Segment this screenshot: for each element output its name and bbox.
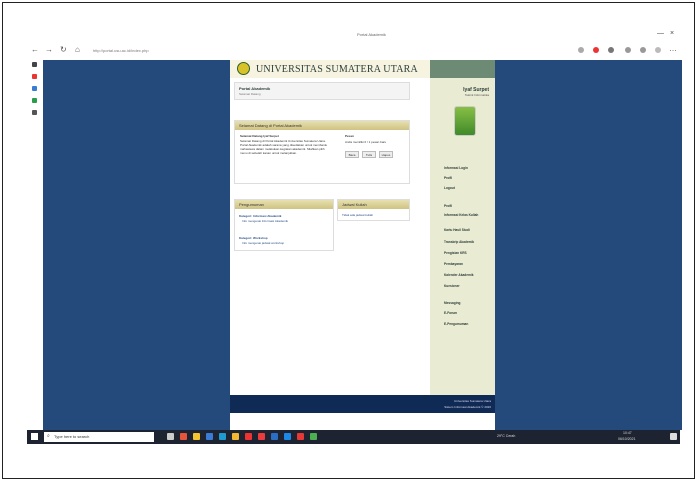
- browser-tab[interactable]: Portal Akademik: [357, 32, 386, 37]
- app-icon[interactable]: [32, 74, 37, 79]
- sidebar-header-pattern: [430, 60, 495, 78]
- pesan-title: Pesan: [345, 134, 354, 138]
- notification-icon[interactable]: [670, 433, 677, 440]
- task-view-icon[interactable]: [167, 433, 174, 440]
- pengumuman-title: Pengumuman: [239, 202, 264, 207]
- forward-icon[interactable]: →: [45, 45, 53, 54]
- menu-krs[interactable]: Pengisian KRS: [444, 251, 467, 255]
- profile-icon[interactable]: [655, 47, 661, 53]
- address-bar[interactable]: http://portal.usu.ac.id/index.php: [93, 48, 149, 53]
- welcome-panel: Selamat Datang di Portal Akademik Selama…: [234, 120, 410, 184]
- menu-informasi-login[interactable]: Informasi Login: [444, 166, 468, 170]
- app-icon[interactable]: [232, 433, 239, 440]
- tabs-icon[interactable]: [32, 62, 37, 67]
- split-icon[interactable]: [608, 47, 614, 53]
- menu-informasi-kelas[interactable]: Informasi Kelas Kuliah: [444, 213, 478, 217]
- more-icon[interactable]: …: [669, 44, 677, 53]
- user-subtitle: Teknik Informatika: [464, 93, 489, 97]
- browser-tabbar: Portal Akademik — ×: [27, 30, 680, 42]
- app-icon[interactable]: [32, 86, 37, 91]
- welcome-panel-title: Selamat Datang di Portal Akademik: [239, 123, 302, 128]
- app-icon[interactable]: [258, 433, 265, 440]
- footer-line-2: Sistem Informasi Akademik © 2020: [444, 405, 491, 409]
- edge-icon[interactable]: [219, 433, 226, 440]
- search-placeholder: Type here to search: [54, 434, 90, 439]
- menu-messaging[interactable]: Messaging: [444, 301, 460, 305]
- university-name: UNIVERSITAS SUMATERA UTARA: [256, 64, 418, 75]
- refresh-icon[interactable]: ↻: [60, 45, 67, 54]
- menu-khs[interactable]: Kartu Hasil Studi: [444, 228, 470, 232]
- jadwal-panel: Jadwal Kuliah Tidak ada jadwal kuliah: [337, 199, 410, 221]
- hapus-button[interactable]: Hapus: [379, 151, 393, 158]
- app-icon[interactable]: [32, 110, 37, 115]
- menu-epengumuman[interactable]: E-Pengumuman: [444, 322, 468, 326]
- menu-eforum[interactable]: E-Forum: [444, 311, 457, 315]
- kategori-workshop-link[interactable]: Info mengenai jadwal workshop: [242, 241, 284, 245]
- jadwal-panel-header: Jadwal Kuliah: [338, 200, 409, 209]
- app-icon[interactable]: [193, 433, 200, 440]
- app-icon[interactable]: [284, 433, 291, 440]
- search-icon: ⌕: [47, 433, 50, 439]
- portal-site: UNIVERSITAS SUMATERA UTARA Portal Akadem…: [230, 60, 495, 430]
- menu-pembayaran[interactable]: Pembayaran: [444, 262, 463, 266]
- back-icon[interactable]: ←: [31, 45, 39, 54]
- portal-title: Portal Akademik: [239, 86, 271, 91]
- welcome-heading: Selamat Datang Iyaf Surpet: [240, 134, 279, 138]
- browser-sidebar: [32, 62, 38, 122]
- jadwal-title: Jadwal Kuliah: [342, 202, 367, 207]
- taskbar-search[interactable]: ⌕ Type here to search: [44, 432, 154, 442]
- app-icon[interactable]: [32, 98, 37, 103]
- portal-title-box: Portal Akademik Selamat Datang: [234, 82, 410, 100]
- tulis-button[interactable]: Tulis: [362, 151, 376, 158]
- weather-text[interactable]: 29°C Cerah: [497, 434, 515, 438]
- menu-transkrip[interactable]: Transkrip Akademik: [444, 240, 474, 244]
- kategori-workshop-title: Kategori: Workshop: [239, 236, 268, 240]
- app-icon[interactable]: [271, 433, 278, 440]
- university-logo-icon: [237, 62, 250, 75]
- collections-icon[interactable]: [640, 47, 646, 53]
- windows-start-icon[interactable]: [31, 433, 38, 440]
- menu-logout[interactable]: Logout: [444, 186, 455, 190]
- menu-kalender[interactable]: Kalender Akademik: [444, 273, 473, 277]
- welcome-text: Selamat Datang di Portal Akademik Univer…: [240, 139, 328, 155]
- menu-kuesioner[interactable]: Kuesioner: [444, 284, 460, 288]
- browser-navbar: ← → ↻ ⌂ http://portal.usu.ac.id/index.ph…: [27, 44, 680, 58]
- portal-subtitle: Selamat Datang: [239, 92, 261, 96]
- menu-profil[interactable]: Profil: [444, 204, 452, 208]
- extension-icon[interactable]: [593, 47, 599, 53]
- pengumuman-panel-header: Pengumuman: [235, 200, 333, 209]
- windows-taskbar: ⌕ Type here to search 29°C Cerah 10:47 0…: [27, 430, 680, 444]
- user-sidebar: Iyaf Surpet Teknik Informatika Informasi…: [430, 60, 495, 395]
- app-icon[interactable]: [180, 433, 187, 440]
- page-viewport: UNIVERSITAS SUMATERA UTARA Portal Akadem…: [43, 60, 682, 430]
- clock-time[interactable]: 10:47: [623, 431, 632, 435]
- menu-profil-user[interactable]: Profil: [444, 176, 452, 180]
- favorites-icon[interactable]: [625, 47, 631, 53]
- welcome-panel-header: Selamat Datang di Portal Akademik: [235, 121, 409, 130]
- app-icon[interactable]: [206, 433, 213, 440]
- pengumuman-panel: Pengumuman Kategori: Informasi Akademik …: [234, 199, 334, 251]
- app-icon[interactable]: [245, 433, 252, 440]
- kategori-informasi-link[interactable]: Info mengenai Informasi Akademik: [242, 219, 288, 223]
- kategori-informasi-title: Kategori: Informasi Akademik: [239, 214, 282, 218]
- home-icon[interactable]: ⌂: [75, 45, 80, 54]
- chrome-icon[interactable]: [310, 433, 317, 440]
- minimize-button[interactable]: —: [657, 30, 664, 37]
- baca-button[interactable]: Baca: [345, 151, 359, 158]
- site-footer: Universitas Sumatera Utara Sistem Inform…: [230, 395, 495, 413]
- clock-date[interactable]: 06/10/2021: [618, 437, 636, 441]
- pesan-text: Anda memiliki 0 / 1 pesan baru: [345, 140, 387, 144]
- zoom-icon[interactable]: [578, 47, 584, 53]
- footer-line-1: Universitas Sumatera Utara: [454, 399, 491, 403]
- avatar: [454, 106, 476, 136]
- app-icon[interactable]: [297, 433, 304, 440]
- jadwal-text: Tidak ada jadwal kuliah: [342, 213, 374, 217]
- close-button[interactable]: ×: [670, 30, 674, 37]
